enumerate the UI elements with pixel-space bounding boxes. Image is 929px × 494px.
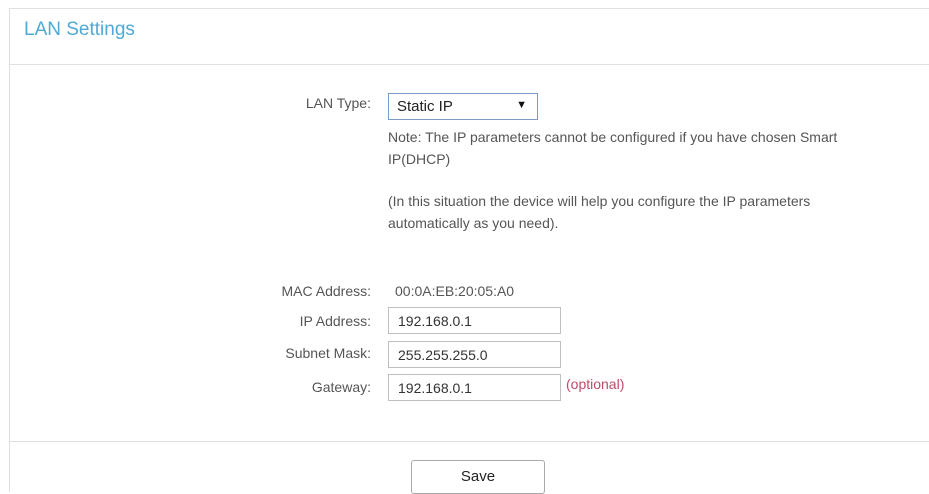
panel-title: LAN Settings (24, 19, 135, 40)
triangle-down-icon: ▼ (516, 99, 527, 111)
mac-address-value: 00:0A:EB:20:05:A0 (395, 283, 515, 299)
ip-address-label: IP Address: (299, 313, 371, 329)
lan-type-info: (In this situation the device will help … (388, 193, 811, 231)
ip-address-input[interactable] (388, 307, 561, 334)
lan-settings-panel: LAN Settings (9, 8, 929, 492)
header-divider (10, 64, 929, 65)
lan-type-note: Note: The IP parameters cannot be config… (388, 129, 838, 167)
footer-divider (10, 441, 929, 442)
subnet-mask-input[interactable] (388, 341, 561, 368)
lan-type-selected-value: Static IP (397, 98, 453, 115)
gateway-optional-hint: (optional) (566, 376, 625, 392)
mac-address-label: MAC Address: (281, 283, 371, 299)
lan-type-select[interactable]: Static IP ▼ (388, 93, 538, 120)
gateway-label: Gateway: (311, 379, 371, 395)
save-button[interactable]: Save (411, 460, 545, 494)
gateway-input[interactable] (388, 374, 561, 401)
subnet-mask-label: Subnet Mask: (285, 345, 371, 361)
lan-type-label: LAN Type: (305, 95, 371, 111)
